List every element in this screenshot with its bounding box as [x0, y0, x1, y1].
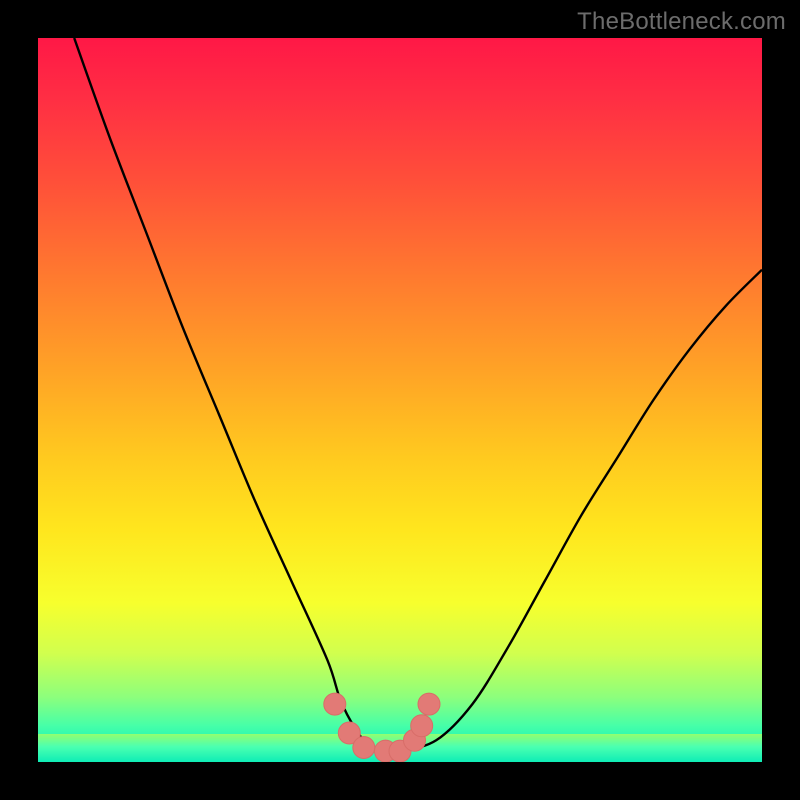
- optimal-marker: [411, 715, 433, 737]
- curve-path: [74, 38, 762, 753]
- optimal-marker: [353, 737, 375, 759]
- optimal-marker: [324, 693, 346, 715]
- watermark-text: TheBottleneck.com: [577, 8, 786, 36]
- chart-frame: TheBottleneck.com: [0, 0, 800, 800]
- bottleneck-curve: [38, 38, 762, 762]
- optimal-markers: [324, 693, 440, 762]
- plot-area: [38, 38, 762, 762]
- optimal-marker: [418, 693, 440, 715]
